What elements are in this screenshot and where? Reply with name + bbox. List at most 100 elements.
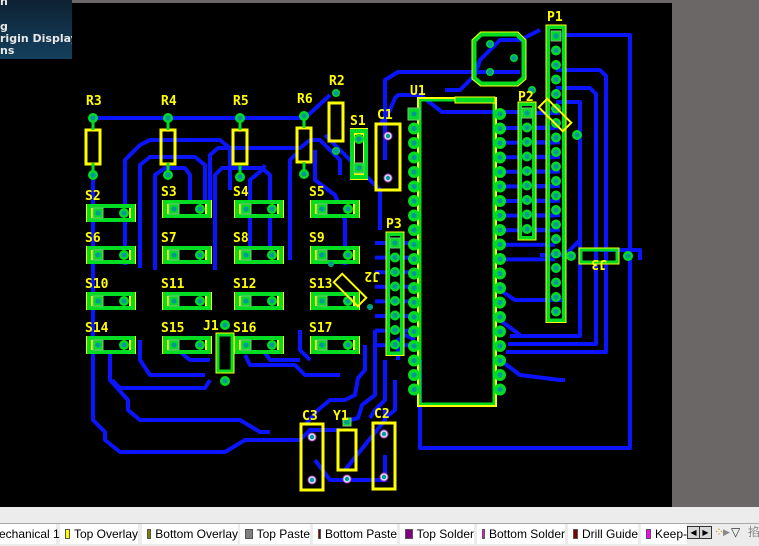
- layer-tab-mechanical-1[interactable]: echanical 1: [0, 524, 60, 544]
- drill-hole: [392, 327, 398, 333]
- drill-hole: [411, 270, 417, 277]
- designator-y1: Y1: [333, 409, 349, 424]
- layer-tab-keep-out[interactable]: Keep-: [641, 524, 687, 544]
- layer-tab-label: Drill Guide: [581, 527, 638, 541]
- trace: [498, 358, 565, 382]
- designator-j1: J1: [203, 319, 219, 334]
- designator-c2: C2: [374, 407, 390, 422]
- drill-hole: [553, 279, 559, 286]
- drill-hole: [497, 372, 503, 378]
- drill-hole: [411, 386, 417, 393]
- drill-hole: [411, 125, 417, 132]
- pcb-drawing[interactable]: R3 R4 R5 R6 R2 S2 S3 S4 S5 S6 S7 S8 S9 S10 S11 S12 S13 S1…: [0, 0, 672, 507]
- filter-icon[interactable]: ▽: [731, 525, 740, 539]
- layer-tabs-bar: echanical 1 Top Overlay Bottom Overlay T…: [0, 523, 759, 546]
- drill-hole: [197, 206, 203, 212]
- drill-hole: [524, 139, 530, 145]
- layer-tab-label: Bottom Overlay: [155, 527, 238, 541]
- drill-hole: [497, 357, 503, 364]
- drill-hole: [497, 183, 503, 190]
- drill-hole: [95, 252, 101, 258]
- layer-tab-bottom-solder[interactable]: Bottom Solder: [477, 524, 565, 544]
- designator-p2: P2: [518, 90, 534, 105]
- heads-up-display-panel: n g rigin Display ns: [0, 0, 72, 59]
- drill-hole: [243, 298, 249, 304]
- scroll-tabs-right-button[interactable]: ▶: [699, 526, 712, 539]
- designator-r5: R5: [233, 94, 249, 109]
- mask-level-icon[interactable]: 掐: [748, 525, 759, 539]
- designator-r3: R3: [86, 94, 102, 109]
- drill-hole: [171, 342, 177, 348]
- drill-hole: [524, 124, 530, 131]
- drill-hole: [553, 265, 559, 271]
- crystal-y1-body: [336, 428, 358, 472]
- layer-tab-top-solder[interactable]: Top Solder: [400, 524, 474, 544]
- trace: [288, 150, 300, 260]
- drill-hole: [319, 206, 325, 212]
- designator-s5: S5: [309, 185, 325, 200]
- hud-line: ns: [0, 44, 15, 57]
- layer-tab-drill-guide[interactable]: Drill Guide: [568, 524, 638, 544]
- drill-hole: [121, 298, 127, 304]
- drill-hole: [222, 378, 228, 384]
- drill-hole: [121, 252, 127, 258]
- drill-hole: [553, 62, 559, 68]
- drill-hole: [553, 163, 559, 170]
- drill-hole: [171, 252, 177, 258]
- designator-s6: S6: [85, 231, 101, 246]
- drill-hole: [411, 372, 417, 378]
- drill-hole: [392, 283, 398, 290]
- drill-hole: [411, 183, 417, 190]
- designator-r2: R2: [329, 74, 345, 89]
- designator-s3: S3: [161, 185, 177, 200]
- designator-s4: S4: [233, 185, 249, 200]
- layer-tab-bottom-overlay[interactable]: Bottom Overlay: [142, 524, 238, 544]
- drill-hole: [574, 132, 580, 138]
- drill-hole: [497, 198, 503, 204]
- play-icon[interactable]: ▶: [723, 525, 730, 539]
- trace: [110, 378, 212, 390]
- designator-j3: J3: [591, 256, 607, 271]
- layer-tab-bottom-paste[interactable]: Bottom Paste: [313, 524, 397, 544]
- designator-j2: J2: [364, 268, 380, 283]
- designator-s8: S8: [233, 231, 249, 246]
- drill-hole: [553, 91, 559, 97]
- drill-hole: [625, 253, 631, 259]
- layer-tab-top-paste[interactable]: Top Paste: [240, 524, 310, 544]
- drill-hole: [553, 76, 559, 83]
- drill-hole: [497, 154, 503, 161]
- resistor-r3-body: [84, 128, 102, 166]
- drill-hole: [411, 328, 417, 335]
- drill-hole: [497, 169, 503, 175]
- drill-hole: [237, 174, 243, 180]
- drill-hole: [411, 227, 417, 233]
- drill-hole: [511, 55, 517, 61]
- drill-hole: [497, 299, 503, 306]
- drill-hole: [524, 197, 530, 203]
- drill-hole: [524, 168, 530, 174]
- designator-s1: S1: [350, 114, 366, 129]
- drill-hole: [197, 342, 203, 348]
- designator-s15: S15: [161, 321, 184, 336]
- drill-hole: [411, 343, 417, 349]
- drill-hole: [333, 90, 339, 96]
- drill-hole: [411, 169, 417, 175]
- ic-u1-body: [418, 98, 496, 406]
- header-p3-body: [386, 232, 404, 356]
- drill-hole: [121, 210, 127, 216]
- drill-hole: [524, 110, 530, 116]
- via-hole: [344, 476, 350, 482]
- drill-hole: [497, 241, 503, 248]
- layer-color-swatch: [245, 529, 253, 539]
- pcb-board-canvas[interactable]: R3 R4 R5 R6 R2 S2 S3 S4 S5 S6 S7 S8 S9 S10 S11 S12 S13 S1…: [0, 3, 672, 507]
- drill-hole: [90, 115, 96, 121]
- drill-hole: [392, 312, 398, 319]
- drill-hole: [411, 285, 417, 291]
- layer-tab-top-overlay[interactable]: Top Overlay: [60, 524, 138, 544]
- layer-tab-label: Top Paste: [256, 527, 310, 541]
- via-hole: [385, 175, 391, 181]
- drill-hole: [568, 253, 574, 259]
- drill-hole: [553, 221, 559, 228]
- designator-s17: S17: [309, 321, 332, 336]
- drill-hole: [165, 172, 171, 178]
